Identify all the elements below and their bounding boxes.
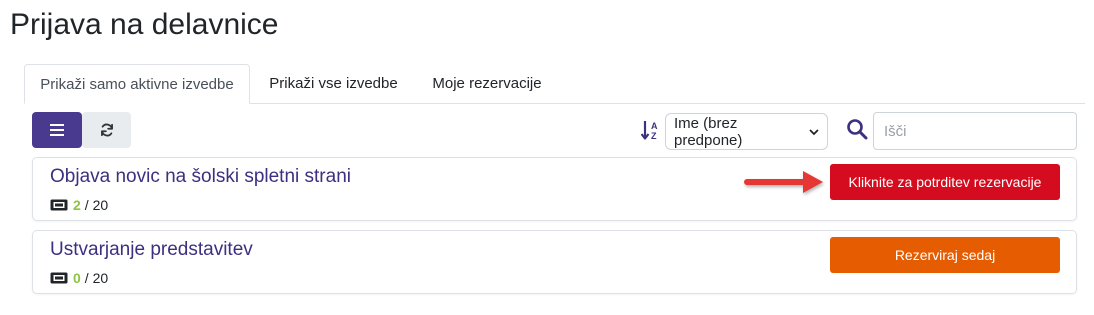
svg-text:Z: Z — [651, 131, 657, 141]
sort-select[interactable]: Ime (brez predpone) — [665, 113, 828, 150]
annotation-arrow-icon — [744, 171, 823, 193]
hamburger-icon — [50, 124, 64, 136]
sort-alpha-down-icon[interactable]: A Z — [641, 119, 661, 141]
workshop-capacity: 0 / 20 — [50, 269, 108, 287]
workshop-card: Objava novic na šolski spletni strani 2 … — [32, 157, 1077, 221]
refresh-icon — [100, 123, 113, 137]
search-input[interactable] — [873, 112, 1077, 150]
workshop-title[interactable]: Ustvarjanje predstavitev — [50, 239, 253, 261]
tab-my-reservations[interactable]: Moje rezervacije — [420, 64, 554, 104]
chevron-down-icon — [809, 128, 819, 135]
ticket-icon — [50, 199, 68, 211]
reserve-now-button[interactable]: Rezerviraj sedaj — [830, 237, 1060, 273]
page-title: Prijava na delavnice — [10, 8, 279, 41]
tab-bar: Prikaži samo aktivne izvedbe Prikaži vse… — [24, 64, 1085, 104]
confirm-reservation-button[interactable]: Kliknite za potrditev rezervacije — [830, 164, 1060, 200]
sort-select-value: Ime (brez predpone) — [674, 114, 743, 149]
tab-all-performances[interactable]: Prikaži vse izvedbe — [259, 64, 408, 104]
capacity-total: / 20 — [84, 197, 109, 213]
svg-text:A: A — [651, 121, 658, 131]
search-icon — [847, 119, 868, 140]
ticket-icon — [50, 272, 68, 284]
refresh-button[interactable] — [82, 112, 131, 148]
booked-count: 2 — [73, 197, 81, 213]
workshop-title[interactable]: Objava novic na šolski spletni strani — [50, 166, 351, 188]
workshop-capacity: 2 / 20 — [50, 196, 108, 214]
menu-button[interactable] — [32, 112, 82, 148]
workshop-card: Ustvarjanje predstavitev 0 / 20 Rezervir… — [32, 230, 1077, 294]
capacity-total: / 20 — [84, 270, 109, 286]
tab-active-performances[interactable]: Prikaži samo aktivne izvedbe — [24, 64, 250, 104]
booked-count: 0 — [73, 270, 81, 286]
